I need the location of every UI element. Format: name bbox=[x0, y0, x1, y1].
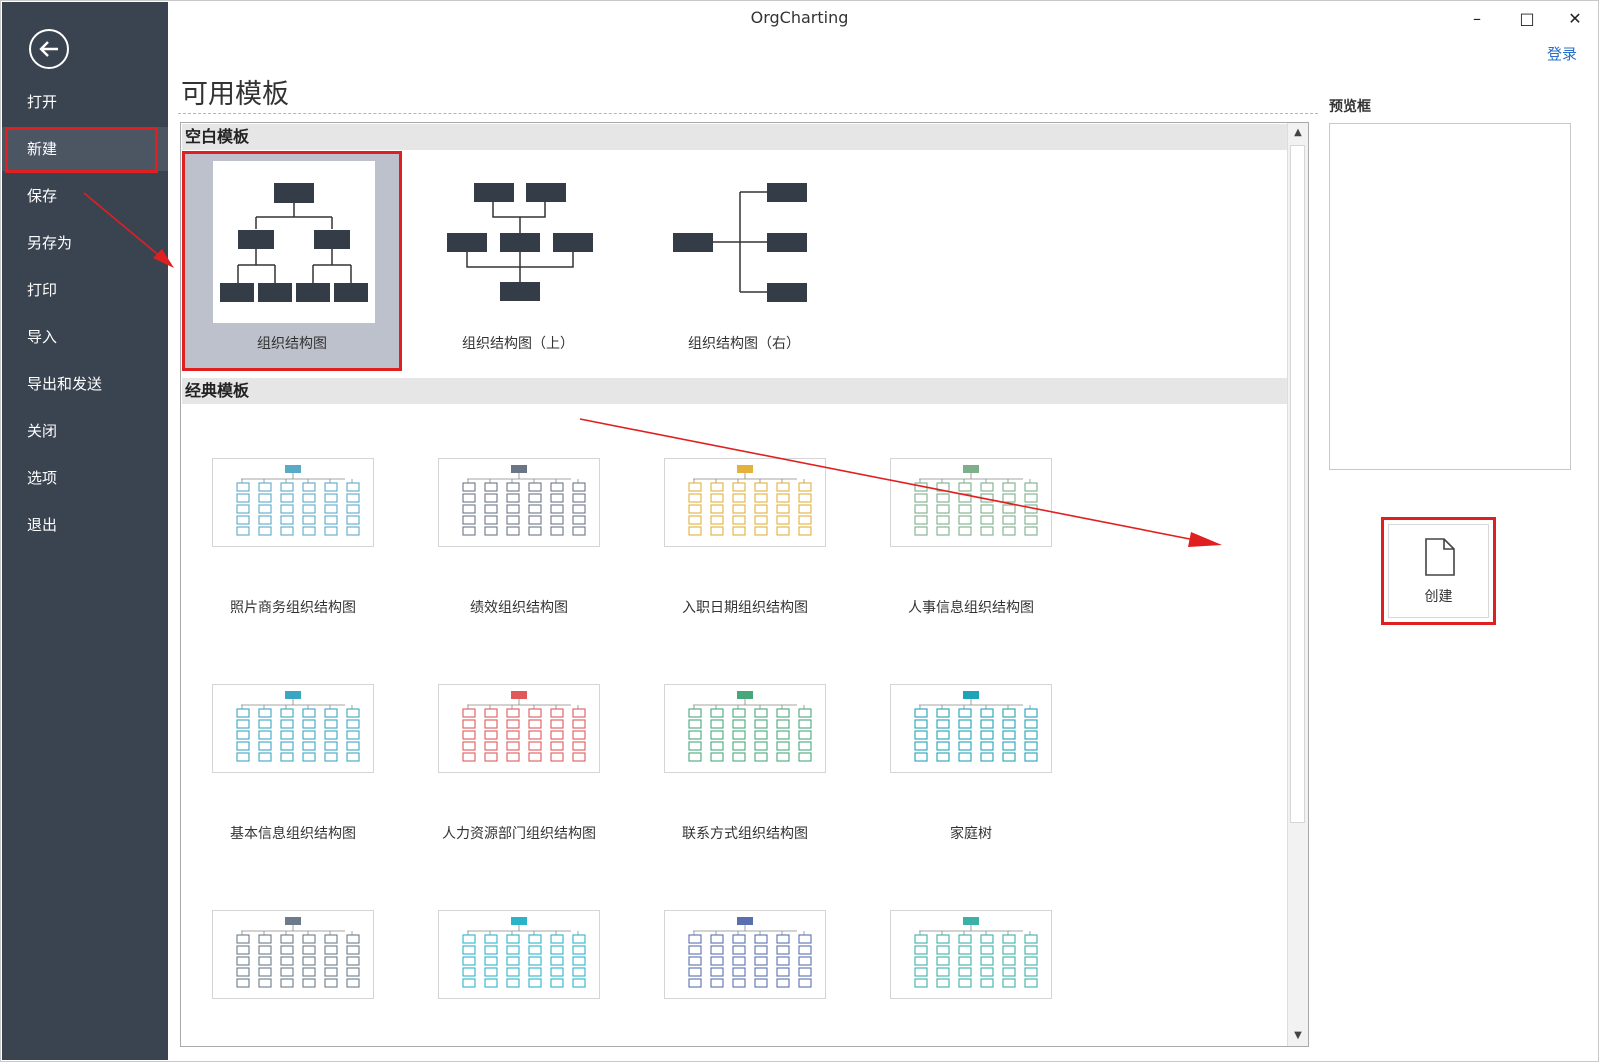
annotation-arrows bbox=[83, 192, 1222, 547]
